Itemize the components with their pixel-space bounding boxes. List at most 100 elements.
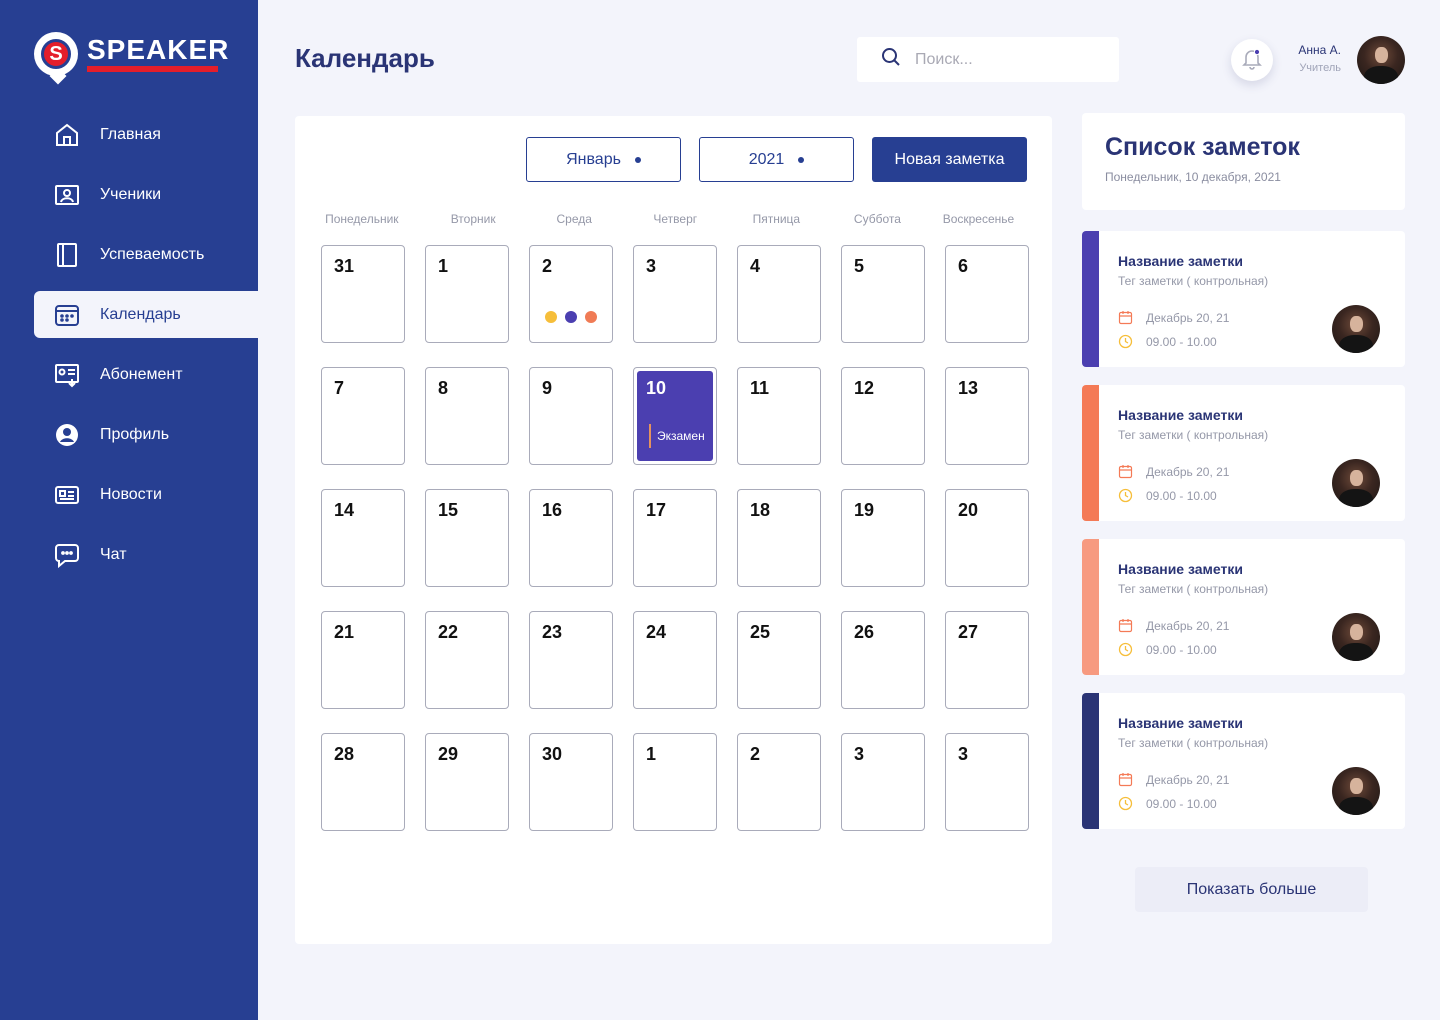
- sidebar-item-home[interactable]: Главная: [34, 111, 258, 158]
- year-select[interactable]: 2021: [699, 137, 854, 182]
- day-number: 5: [854, 256, 865, 276]
- calendar-small-icon: [1118, 464, 1133, 479]
- weekday-label: Воскресенье: [942, 212, 1015, 226]
- day-number: 2: [750, 744, 761, 764]
- search-box[interactable]: [857, 37, 1119, 82]
- sidebar-item-students[interactable]: Ученики: [34, 171, 258, 218]
- notes-header: Список заметок Понедельник, 10 декабря, …: [1082, 113, 1405, 210]
- calendar-day[interactable]: 15: [425, 489, 509, 587]
- calendar-day[interactable]: 27: [945, 611, 1029, 709]
- note-date: Декабрь 20, 21: [1146, 772, 1230, 787]
- calendar-small-icon: [1118, 772, 1133, 787]
- note-card[interactable]: Название заметки Тег заметки ( контрольна…: [1082, 385, 1405, 521]
- calendar-day[interactable]: 2: [529, 245, 613, 343]
- calendar-day[interactable]: 1: [633, 733, 717, 831]
- weekday-label: Суббота: [853, 212, 901, 226]
- calendar-day[interactable]: 23: [529, 611, 613, 709]
- subscription-icon: [54, 362, 80, 388]
- note-card[interactable]: Название заметки Тег заметки ( контрольна…: [1082, 231, 1405, 367]
- calendar-day[interactable]: 3: [945, 733, 1029, 831]
- show-more-button[interactable]: Показать больше: [1135, 867, 1368, 912]
- note-card[interactable]: Название заметки Тег заметки ( контрольна…: [1082, 693, 1405, 829]
- weekday-label: Среда: [556, 212, 592, 226]
- note-time: 09.00 - 10.00: [1146, 796, 1217, 811]
- day-number: 21: [334, 622, 355, 642]
- sidebar-item-calendar[interactable]: Календарь: [34, 291, 258, 338]
- calendar-day[interactable]: 19: [841, 489, 925, 587]
- day-number: 19: [854, 500, 875, 520]
- calendar-day[interactable]: 18: [737, 489, 821, 587]
- note-avatar: [1332, 767, 1380, 815]
- calendar-day[interactable]: 8: [425, 367, 509, 465]
- sidebar-item-progress[interactable]: Успеваемость: [34, 231, 258, 278]
- note-avatar: [1332, 305, 1380, 353]
- day-number: 15: [438, 500, 459, 520]
- note-card[interactable]: Название заметки Тег заметки ( контрольна…: [1082, 539, 1405, 675]
- calendar-day[interactable]: 13: [945, 367, 1029, 465]
- calendar-icon: [54, 302, 80, 328]
- note-time: 09.00 - 10.00: [1146, 642, 1217, 657]
- calendar-day[interactable]: 31: [321, 245, 405, 343]
- sidebar-item-subscription[interactable]: Абонемент: [34, 351, 258, 398]
- calendar-day[interactable]: 10 Экзамен: [633, 367, 717, 465]
- calendar-day[interactable]: 22: [425, 611, 509, 709]
- new-note-button[interactable]: Новая заметка: [872, 137, 1027, 182]
- calendar-day[interactable]: 1: [425, 245, 509, 343]
- calendar-day[interactable]: 29: [425, 733, 509, 831]
- note-color-stripe: [1082, 231, 1099, 367]
- search-input[interactable]: [915, 50, 1095, 69]
- sidebar-item-profile[interactable]: Профиль: [34, 411, 258, 458]
- calendar-day[interactable]: 4: [737, 245, 821, 343]
- calendar-day[interactable]: 14: [321, 489, 405, 587]
- weekday-header: Понедельник Вторник Среда Четверг Пятница Суб…: [321, 212, 1029, 226]
- calendar-day[interactable]: 3: [841, 733, 925, 831]
- calendar-day[interactable]: 26: [841, 611, 925, 709]
- user-avatar[interactable]: [1357, 36, 1405, 84]
- sidebar-item-label: Ученики: [100, 185, 162, 203]
- notifications-button[interactable]: [1231, 39, 1273, 81]
- calendar-day[interactable]: 30: [529, 733, 613, 831]
- event-label[interactable]: Экзамен: [649, 424, 705, 448]
- calendar-day[interactable]: 20: [945, 489, 1029, 587]
- day-number: 11: [750, 378, 770, 398]
- calendar-day[interactable]: 11: [737, 367, 821, 465]
- clock-icon: [1118, 334, 1133, 349]
- calendar-day[interactable]: 16: [529, 489, 613, 587]
- calendar-day[interactable]: 9: [529, 367, 613, 465]
- day-number: 9: [542, 378, 553, 398]
- sidebar: S SPEAKER Главная Ученики Успеваемость К…: [0, 0, 258, 1020]
- note-color-stripe: [1082, 693, 1099, 829]
- sidebar-item-label: Абонемент: [100, 365, 183, 383]
- home-icon: [54, 122, 80, 148]
- calendar-day[interactable]: 2: [737, 733, 821, 831]
- calendar-day[interactable]: 7: [321, 367, 405, 465]
- calendar-day[interactable]: 17: [633, 489, 717, 587]
- calendar-day[interactable]: 24: [633, 611, 717, 709]
- calendar-day[interactable]: 25: [737, 611, 821, 709]
- book-icon: [54, 242, 80, 268]
- note-color-stripe: [1082, 385, 1099, 521]
- sidebar-item-news[interactable]: Новости: [34, 471, 258, 518]
- note-date-row: Декабрь 20, 21: [1118, 310, 1229, 325]
- page-title: Календарь: [295, 43, 435, 73]
- calendar-day[interactable]: 12: [841, 367, 925, 465]
- day-number: 16: [542, 500, 563, 520]
- day-number: 28: [334, 744, 355, 764]
- calendar-panel: Январь 2021 Новая заметка Понедельник Вто…: [295, 116, 1052, 944]
- calendar-day[interactable]: 5: [841, 245, 925, 343]
- sidebar-item-chat[interactable]: Чат: [34, 531, 258, 578]
- day-number: 3: [958, 744, 969, 764]
- note-avatar: [1332, 459, 1380, 507]
- brand-logo[interactable]: S SPEAKER: [34, 32, 229, 76]
- month-select[interactable]: Январь: [526, 137, 681, 182]
- clock-icon: [1118, 488, 1133, 503]
- note-tag: Тег заметки ( контрольная): [1118, 274, 1269, 288]
- calendar-day[interactable]: 21: [321, 611, 405, 709]
- calendar-day[interactable]: 28: [321, 733, 405, 831]
- day-number: 7: [334, 378, 345, 398]
- calendar-day[interactable]: 6: [945, 245, 1029, 343]
- notes-title: Список заметок: [1105, 133, 1300, 161]
- calendar-day[interactable]: 3: [633, 245, 717, 343]
- note-tag: Тег заметки ( контрольная): [1118, 582, 1269, 596]
- event-dot: [585, 311, 597, 323]
